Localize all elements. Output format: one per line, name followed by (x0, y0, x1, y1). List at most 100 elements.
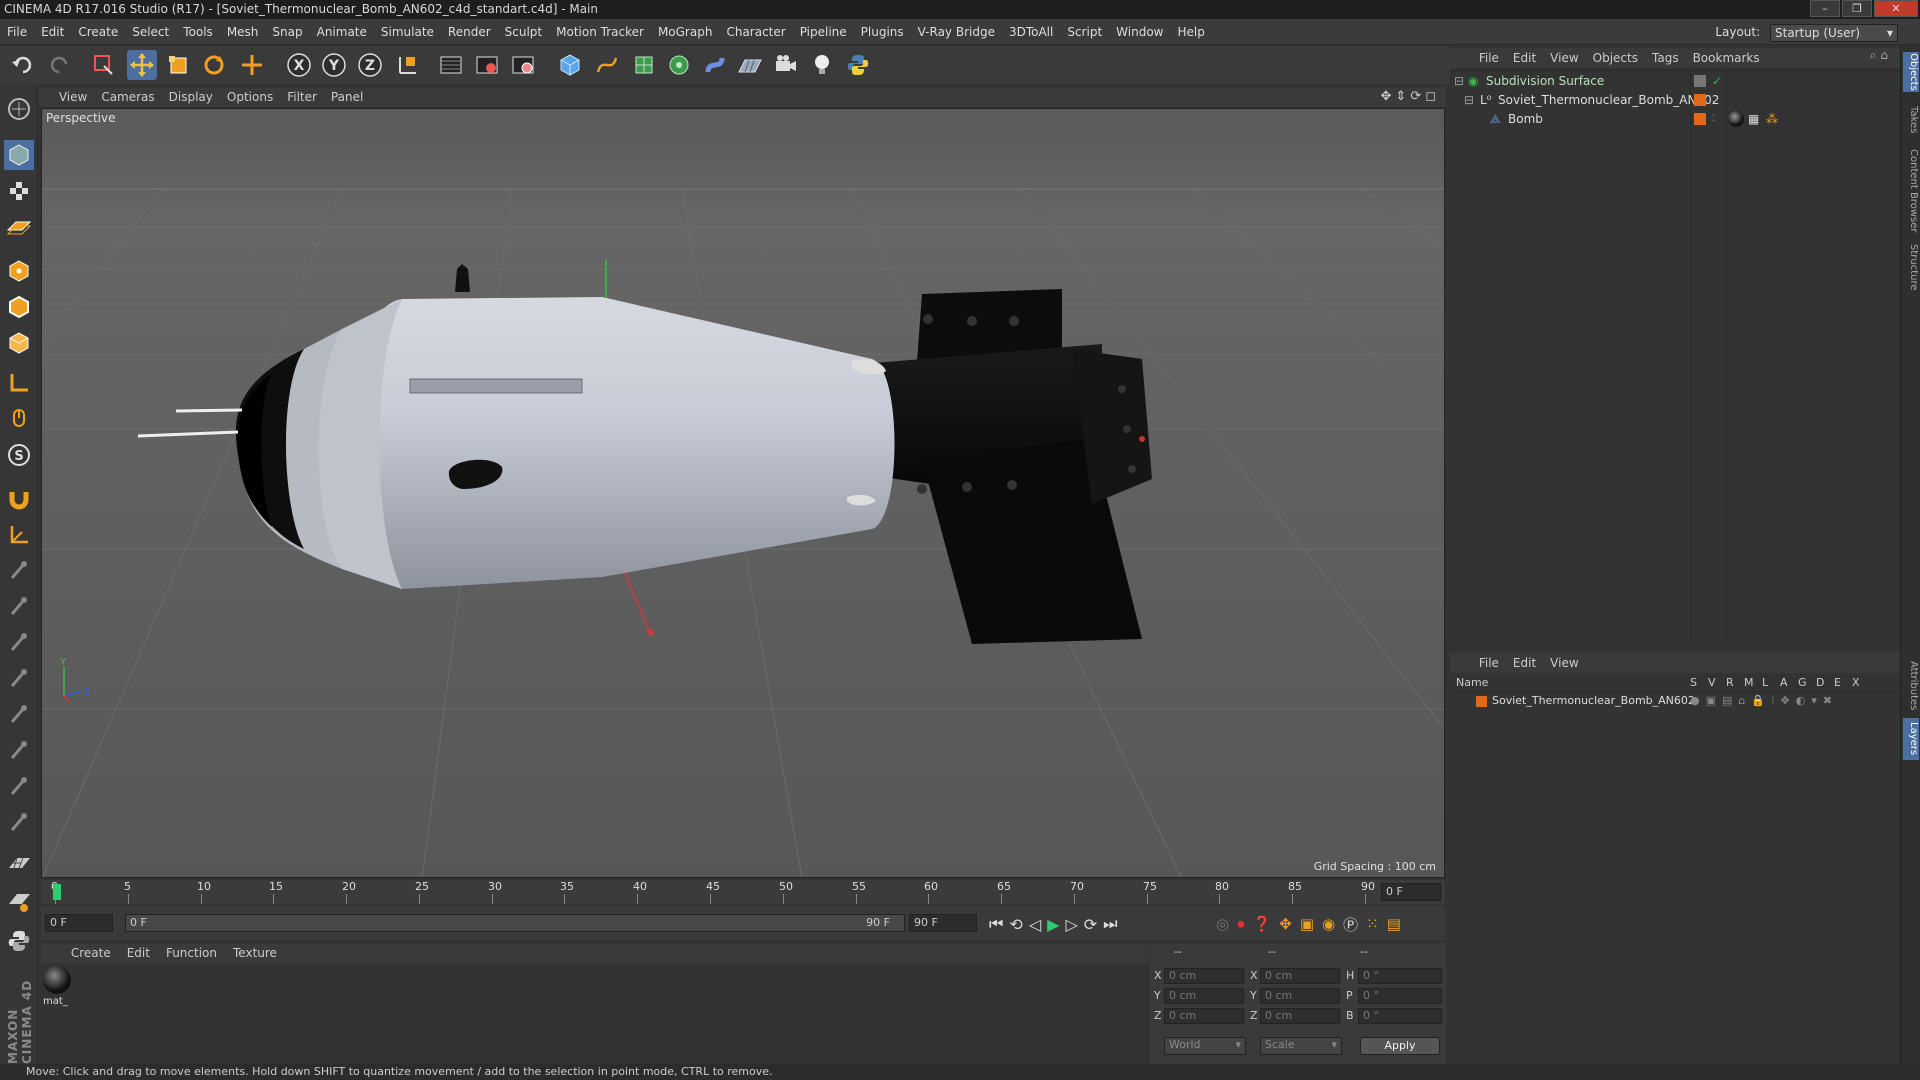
material-swatch[interactable]: mat_ (43, 966, 73, 1010)
enabled-check-icon[interactable]: ✓ (1712, 72, 1722, 90)
menu-animate[interactable]: Animate (310, 19, 374, 45)
coord-system-select[interactable]: World ▾ (1164, 1037, 1246, 1055)
menu-snap[interactable]: Snap (265, 19, 309, 45)
x-axis-lock-icon[interactable]: X (284, 50, 314, 80)
brush-tool-6-icon[interactable] (4, 736, 34, 766)
python-script-icon[interactable] (4, 926, 34, 956)
object-row-bomb[interactable]: ⟁ Bomb ⁚ ▦ ⁂ (1450, 110, 1900, 128)
object-row-subdivision[interactable]: ⊟ ◉ Subdivision Surface ✓ (1450, 72, 1900, 90)
record-disabled-icon[interactable]: ◎ (1216, 915, 1229, 933)
viewport-menu-filter[interactable]: Filter (280, 87, 324, 107)
record-icon[interactable]: ⏺ (1237, 915, 1245, 933)
cloner-icon[interactable] (664, 50, 694, 80)
menu-help[interactable]: Help (1170, 19, 1211, 45)
current-frame-field[interactable]: 0 F (1381, 883, 1441, 901)
perspective-viewport[interactable]: Y Z Perspective Grid Spacing : 100 cm (41, 108, 1445, 878)
size-y-field[interactable]: 0 cm (1260, 988, 1340, 1004)
timeline-window-icon[interactable]: ▤ (1387, 915, 1401, 933)
object-menu-file[interactable]: File (1472, 48, 1506, 68)
layer-flag-icons[interactable]: ●▣▤⌂🔒⁝✥◐▾✖ (1690, 694, 1838, 707)
move-tool-icon[interactable] (127, 50, 157, 80)
snap-icon[interactable]: S (4, 440, 34, 470)
menu-sculpt[interactable]: Sculpt (498, 19, 549, 45)
pos-y-field[interactable]: 0 cm (1164, 988, 1244, 1004)
menu-edit[interactable]: Edit (34, 19, 71, 45)
brush-tool-7-icon[interactable] (4, 772, 34, 802)
workplane-icon[interactable] (4, 212, 34, 242)
camera-icon[interactable] (771, 50, 801, 80)
brush-tool-4-icon[interactable] (4, 664, 34, 694)
material-menu-create[interactable]: Create (63, 943, 119, 963)
maximize-button[interactable]: ❐ (1842, 0, 1872, 17)
start-frame-field[interactable]: 0 F (45, 914, 113, 932)
texture-mode-icon[interactable] (4, 176, 34, 206)
material-menu-edit[interactable]: Edit (119, 943, 158, 963)
collapse-icon[interactable]: ⊟ (1454, 72, 1464, 90)
coordinate-system-icon[interactable] (393, 50, 423, 80)
live-selection-icon[interactable] (88, 50, 118, 80)
layer-menu-edit[interactable]: Edit (1506, 653, 1543, 673)
y-axis-lock-icon[interactable]: Y (319, 50, 349, 80)
pos-x-field[interactable]: 0 cm (1164, 968, 1244, 984)
menu-tools[interactable]: Tools (176, 19, 220, 45)
points-mode-icon[interactable] (4, 256, 34, 286)
brush-tool-8-icon[interactable] (4, 808, 34, 838)
play-icon[interactable]: ▶ (1047, 915, 1059, 934)
model-mode-icon[interactable] (4, 140, 34, 170)
brush-tool-3-icon[interactable] (4, 628, 34, 658)
tab-layers[interactable]: Layers (1903, 718, 1919, 760)
visibility-dots-icon[interactable]: ⁚ (1712, 91, 1715, 109)
make-editable-icon[interactable] (4, 94, 34, 124)
menu-create[interactable]: Create (71, 19, 125, 45)
key-rotation-icon[interactable]: ◉ (1322, 915, 1335, 933)
object-menu-tags[interactable]: Tags (1645, 48, 1686, 68)
minimize-button[interactable]: – (1810, 0, 1840, 17)
render-picture-viewer-icon[interactable] (472, 50, 502, 80)
tweak-mode-icon[interactable] (4, 404, 34, 434)
object-menu-bookmarks[interactable]: Bookmarks (1686, 48, 1767, 68)
apply-button[interactable]: Apply (1360, 1037, 1440, 1055)
menu-file[interactable]: File (0, 19, 34, 45)
checker-grid-icon[interactable] (4, 850, 34, 880)
go-to-end-icon[interactable]: ⏭ (1103, 914, 1117, 934)
light-icon[interactable] (807, 50, 837, 80)
viewport-menu-panel[interactable]: Panel (324, 87, 370, 107)
close-button[interactable]: ✕ (1874, 0, 1918, 17)
viewport-menu-display[interactable]: Display (162, 87, 220, 107)
auto-key-icon[interactable]: ❓ (1253, 915, 1272, 933)
object-menu-view[interactable]: View (1543, 48, 1585, 68)
menu-mesh[interactable]: Mesh (220, 19, 266, 45)
polygons-mode-icon[interactable] (4, 328, 34, 358)
brush-tool-5-icon[interactable] (4, 700, 34, 730)
viewport-menu-view[interactable]: View (52, 87, 94, 107)
size-x-field[interactable]: 0 cm (1260, 968, 1340, 984)
menu-character[interactable]: Character (719, 19, 792, 45)
pen-spline-icon[interactable] (592, 50, 622, 80)
object-menu-edit[interactable]: Edit (1506, 48, 1543, 68)
phong-tag-icon[interactable]: ⁂ (1766, 110, 1778, 128)
layer-color-swatch[interactable] (1476, 696, 1487, 707)
object-row-bomb-group[interactable]: ⊟ L⁰ Soviet_Thermonuclear_Bomb_AN602 ⁚ (1450, 91, 1900, 109)
previous-key-icon[interactable]: ⟲ (1009, 915, 1022, 934)
viewport-menu-options[interactable]: Options (220, 87, 280, 107)
menu-vray-bridge[interactable]: V-Ray Bridge (911, 19, 1002, 45)
key-pla-icon[interactable]: ⁙ (1366, 915, 1379, 933)
layer-row[interactable]: Soviet_Thermonuclear_Bomb_AN602 ●▣▤⌂🔒⁝✥◐… (1450, 694, 1900, 710)
search-icon[interactable]: ⌕⌂ (1870, 48, 1892, 63)
visibility-dots-icon[interactable]: ⁚ (1712, 110, 1715, 128)
edges-mode-icon[interactable] (4, 292, 34, 322)
timeline-ruler[interactable]: 051015202530354045505560657075808590 0 F (41, 880, 1445, 904)
playhead[interactable] (53, 884, 61, 900)
material-menu-texture[interactable]: Texture (225, 943, 285, 963)
next-key-icon[interactable]: ⟳ (1084, 915, 1097, 934)
pos-z-field[interactable]: 0 cm (1164, 1008, 1244, 1024)
deformer-icon[interactable] (700, 50, 730, 80)
python-icon[interactable] (843, 50, 873, 80)
brush-tool-1-icon[interactable] (4, 556, 34, 586)
rotate-tool-icon[interactable] (199, 50, 229, 80)
z-axis-lock-icon[interactable]: Z (355, 50, 385, 80)
transform-tool-icon[interactable] (237, 50, 267, 80)
menu-select[interactable]: Select (125, 19, 176, 45)
magnet-icon[interactable] (4, 484, 34, 514)
menu-window[interactable]: Window (1109, 19, 1170, 45)
